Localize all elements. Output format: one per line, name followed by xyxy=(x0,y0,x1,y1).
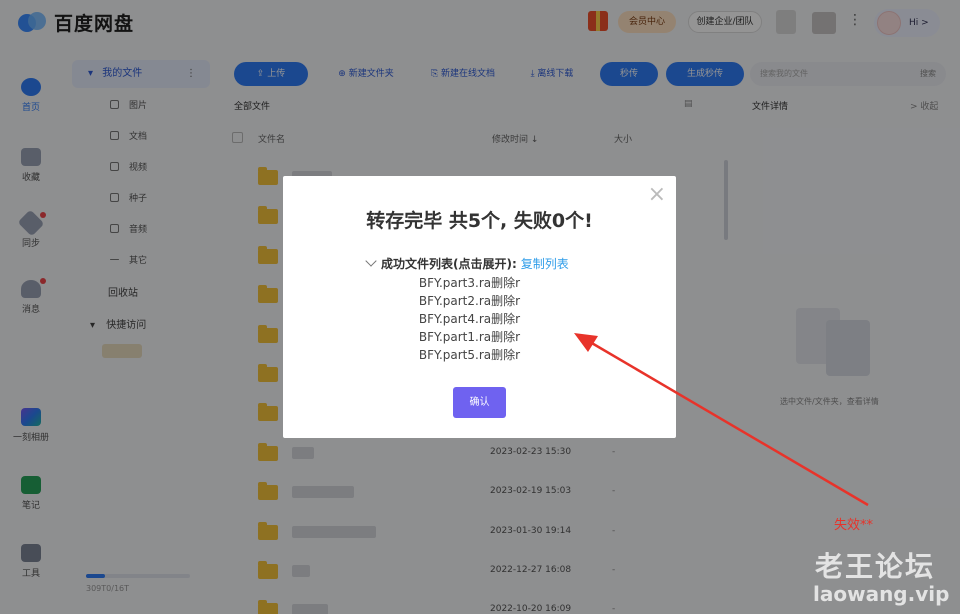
watermark-text: 老王论坛 xyxy=(815,550,936,583)
watermark-url: laowang.vip xyxy=(813,582,950,606)
annotation-label: 失效** xyxy=(834,518,874,533)
annotation-arrow xyxy=(574,333,869,507)
